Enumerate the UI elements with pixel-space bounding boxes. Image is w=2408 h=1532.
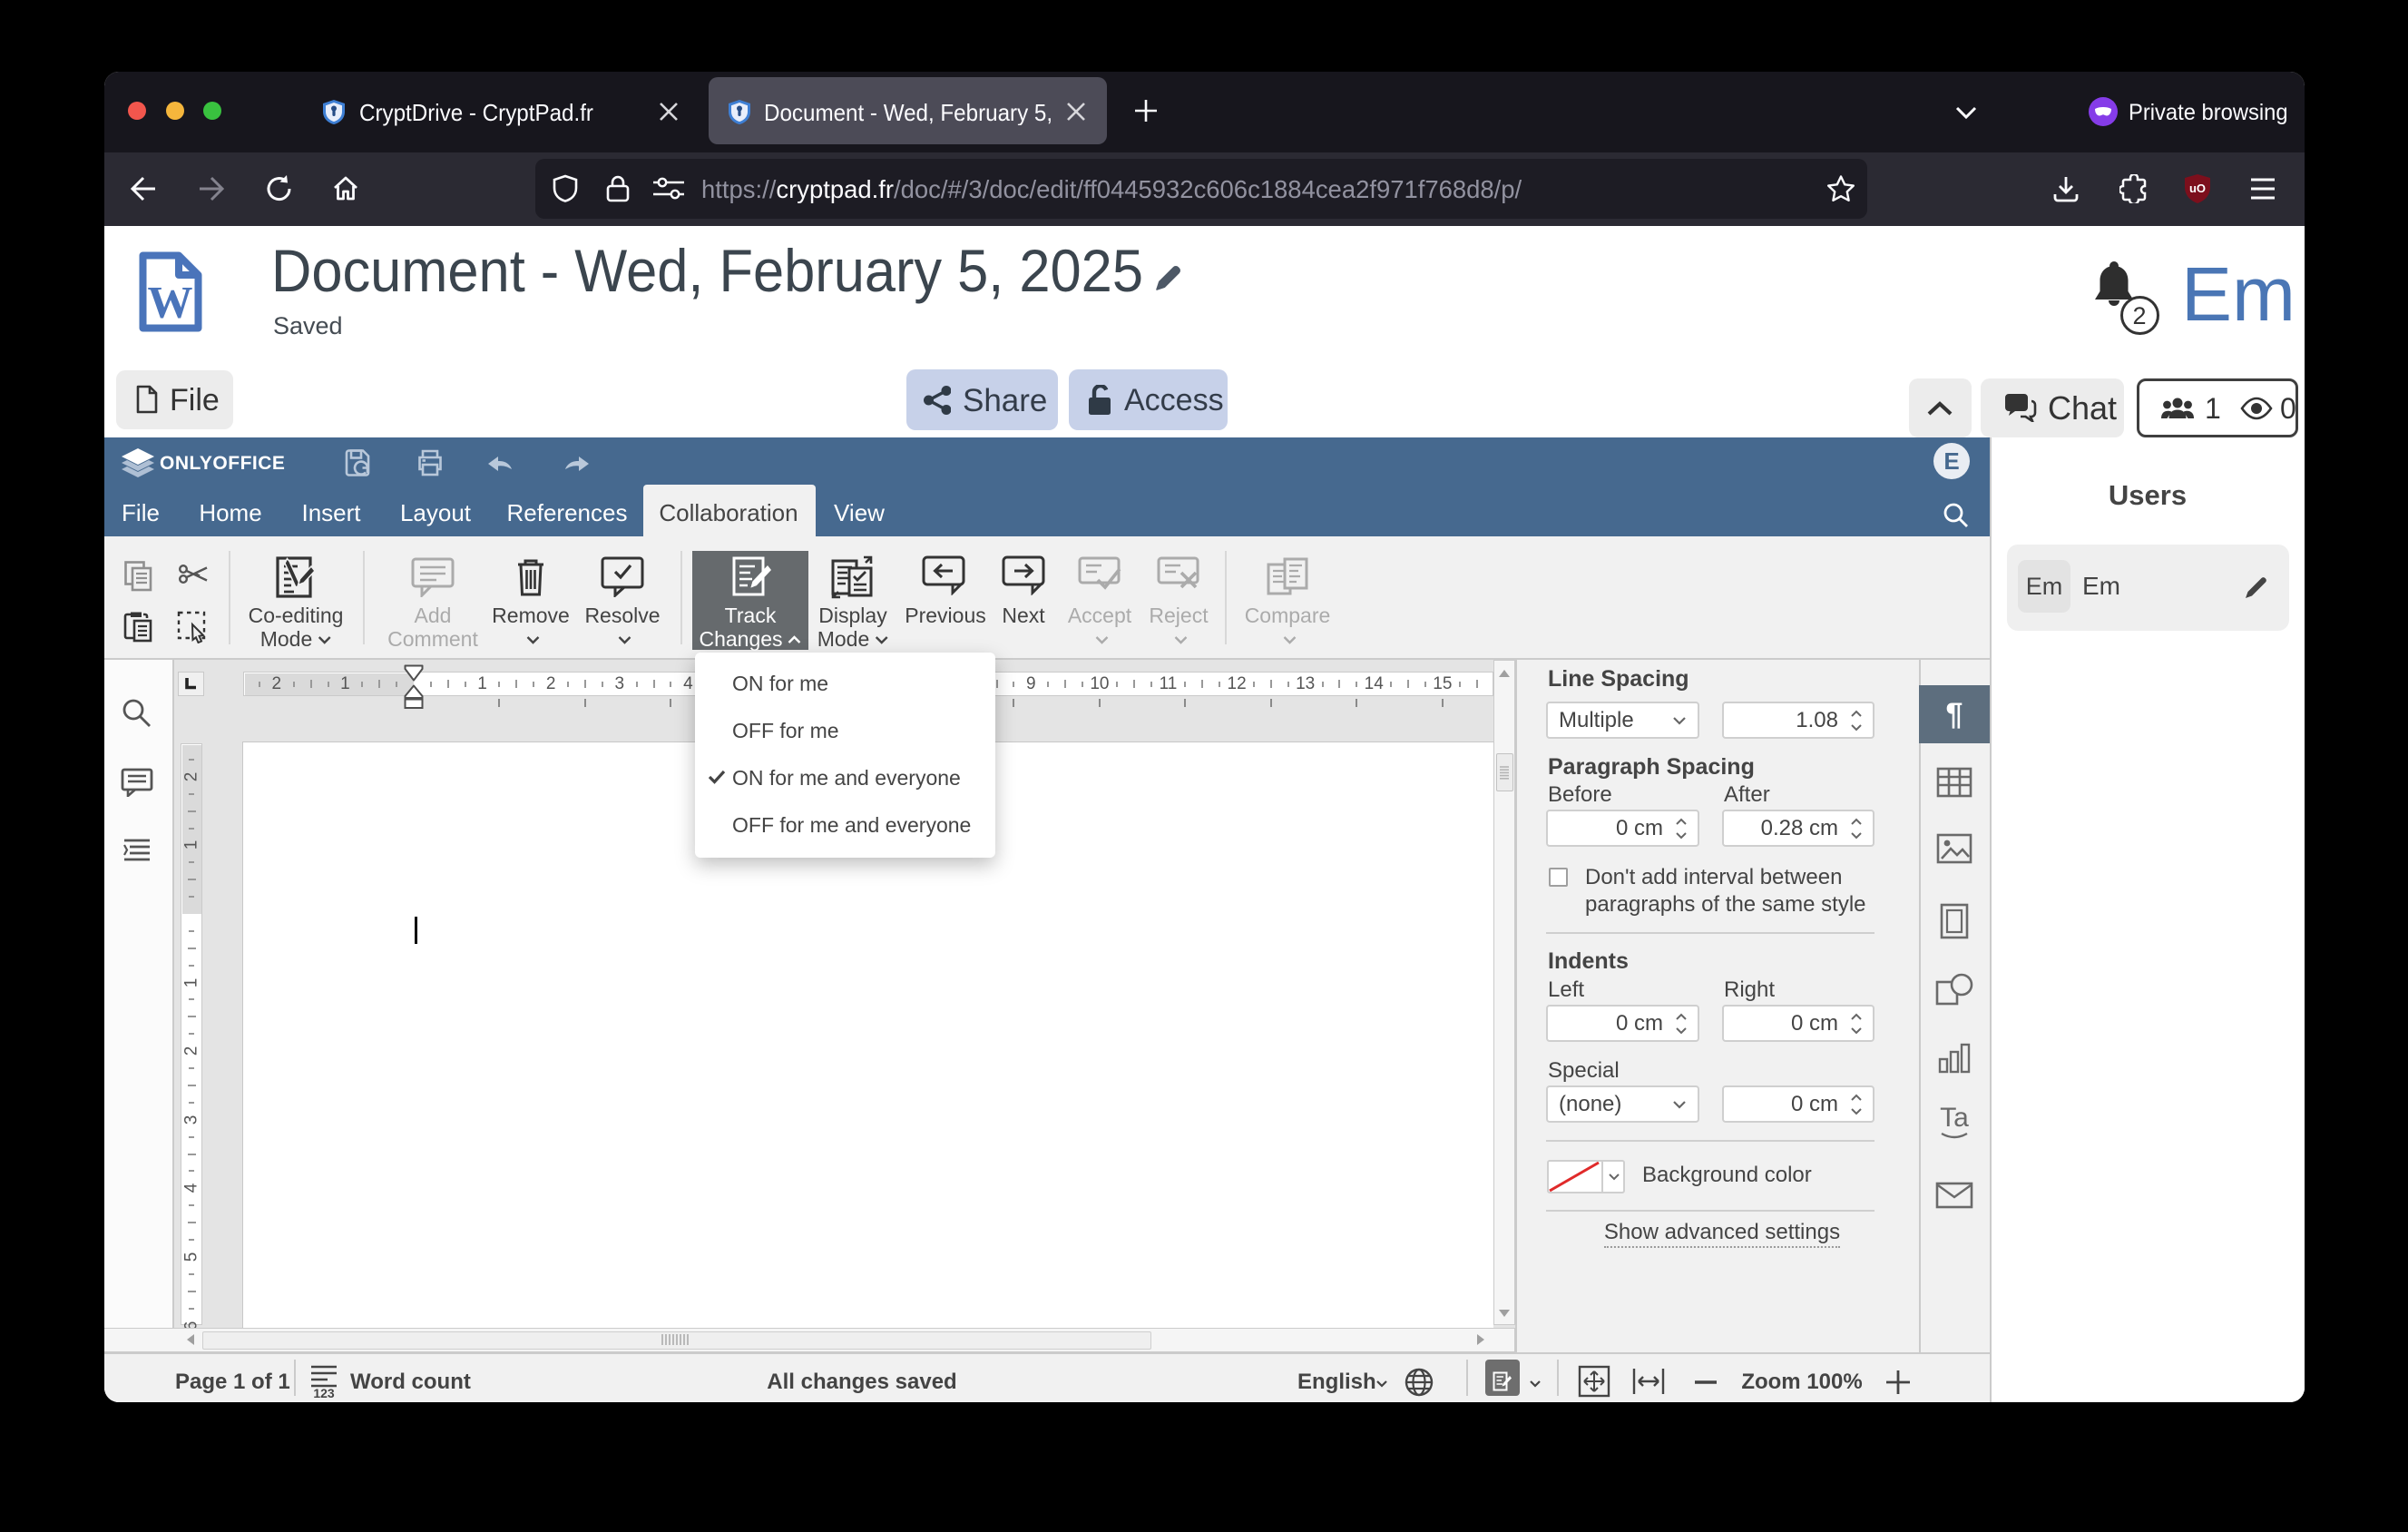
- svg-text:123: 123: [313, 1386, 335, 1399]
- svg-text:Ta: Ta: [1940, 1105, 1969, 1133]
- svg-text:W: W: [148, 277, 193, 328]
- svg-text:uO: uO: [2189, 182, 2206, 195]
